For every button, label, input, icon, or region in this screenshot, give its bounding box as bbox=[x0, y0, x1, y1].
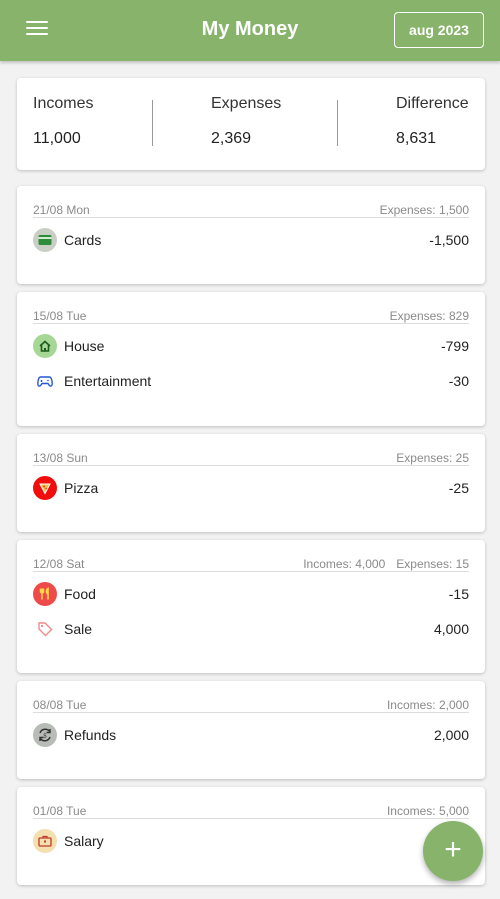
day-date: 01/08 Tue bbox=[33, 804, 87, 818]
day-total: Expenses: 25 bbox=[396, 451, 469, 465]
amount-value: -15 bbox=[448, 586, 469, 602]
day-card: 01/08 Tue Incomes: 5,000 Salary bbox=[17, 787, 485, 885]
category-label: Sale bbox=[64, 621, 93, 637]
difference-summary: Difference 8,631 bbox=[396, 95, 469, 148]
day-totals: Expenses: 25 bbox=[396, 451, 469, 465]
day-card: 13/08 Sun Expenses: 25 Pizza -25 bbox=[17, 434, 485, 532]
expenses-label: Expenses bbox=[211, 95, 282, 112]
category-label: Refunds bbox=[64, 727, 117, 743]
day-total: Incomes: 4,000 bbox=[303, 557, 386, 571]
gamepad-icon bbox=[33, 369, 57, 393]
day-header: 01/08 Tue Incomes: 5,000 bbox=[33, 803, 469, 819]
day-totals: Incomes: 2,000 bbox=[387, 698, 469, 712]
house-icon bbox=[33, 334, 57, 358]
expenses-value: 2,369 bbox=[211, 130, 252, 147]
svg-text:$: $ bbox=[43, 733, 47, 740]
plus-icon: + bbox=[444, 833, 462, 866]
day-totals: Incomes: 5,000 bbox=[387, 804, 469, 818]
day-totals: Expenses: 1,500 bbox=[380, 203, 469, 217]
category-label: House bbox=[64, 338, 105, 354]
day-card: 21/08 Mon Expenses: 1,500 Cards -1,500 bbox=[17, 186, 485, 284]
briefcase-icon bbox=[33, 829, 57, 853]
transaction-row[interactable]: Food -15 bbox=[33, 581, 469, 607]
day-header: 13/08 Sun Expenses: 25 bbox=[33, 450, 469, 466]
amount-value: -30 bbox=[448, 373, 469, 389]
transaction-row[interactable]: Sale 4,000 bbox=[33, 616, 469, 642]
category-label: Pizza bbox=[64, 480, 99, 496]
category-label: Food bbox=[64, 586, 96, 602]
app-bar: My Money aug 2023 bbox=[0, 0, 500, 61]
day-card: 08/08 Tue Incomes: 2,000 $ Refunds 2,000 bbox=[17, 681, 485, 779]
day-header: 21/08 Mon Expenses: 1,500 bbox=[33, 202, 469, 218]
category-label: Entertainment bbox=[64, 373, 152, 389]
summary-divider bbox=[337, 100, 338, 146]
incomes-summary: Incomes 11,000 bbox=[33, 95, 93, 148]
day-card: 15/08 Tue Expenses: 829 House -799 Enter… bbox=[17, 292, 485, 426]
summary-card: Incomes 11,000 Expenses 2,369 Difference… bbox=[17, 78, 485, 170]
month-selector-button[interactable]: aug 2023 bbox=[394, 12, 484, 48]
day-date: 21/08 Mon bbox=[33, 203, 90, 217]
day-header: 12/08 Sat Incomes: 4,000 Expenses: 15 bbox=[33, 556, 469, 572]
expenses-summary: Expenses 2,369 bbox=[211, 95, 281, 148]
card-icon bbox=[33, 228, 57, 252]
day-totals: Expenses: 829 bbox=[390, 309, 469, 323]
summary-divider bbox=[152, 100, 153, 146]
day-total: Expenses: 829 bbox=[389, 309, 469, 323]
transaction-row[interactable]: $ Refunds 2,000 bbox=[33, 722, 469, 748]
add-transaction-button[interactable]: + bbox=[423, 821, 483, 881]
day-header: 08/08 Tue Incomes: 2,000 bbox=[33, 697, 469, 713]
transaction-row[interactable]: Entertainment -30 bbox=[33, 368, 469, 394]
transaction-row[interactable]: Salary bbox=[33, 828, 469, 854]
refund-icon: $ bbox=[33, 723, 57, 747]
difference-value: 8,631 bbox=[396, 130, 437, 147]
amount-value: -25 bbox=[448, 480, 469, 496]
incomes-label: Incomes bbox=[33, 95, 94, 112]
day-total: Incomes: 5,000 bbox=[386, 804, 469, 818]
amount-value: 4,000 bbox=[433, 621, 469, 637]
day-date: 08/08 Tue bbox=[33, 698, 87, 712]
tag-icon bbox=[33, 617, 57, 641]
day-date: 12/08 Sat bbox=[33, 557, 85, 571]
day-date: 13/08 Sun bbox=[33, 451, 88, 465]
day-date: 15/08 Tue bbox=[33, 309, 87, 323]
day-header: 15/08 Tue Expenses: 829 bbox=[33, 308, 469, 324]
pizza-icon bbox=[33, 476, 57, 500]
day-totals: Incomes: 4,000 Expenses: 15 bbox=[303, 557, 469, 571]
difference-label: Difference bbox=[396, 95, 469, 112]
amount-value: 2,000 bbox=[433, 727, 469, 743]
fork-knife-icon bbox=[33, 582, 57, 606]
transaction-row[interactable]: House -799 bbox=[33, 333, 469, 359]
incomes-value: 11,000 bbox=[33, 130, 81, 147]
transaction-row[interactable]: Cards -1,500 bbox=[33, 227, 469, 253]
category-label: Cards bbox=[64, 232, 102, 248]
day-total: Expenses: 15 bbox=[396, 557, 469, 571]
transaction-row[interactable]: Pizza -25 bbox=[33, 475, 469, 501]
category-label: Salary bbox=[64, 833, 104, 849]
amount-value: -1,500 bbox=[429, 232, 469, 248]
amount-value: -799 bbox=[440, 338, 469, 354]
day-total: Expenses: 1,500 bbox=[379, 203, 469, 217]
day-card: 12/08 Sat Incomes: 4,000 Expenses: 15 Foo… bbox=[17, 540, 485, 673]
day-total: Incomes: 2,000 bbox=[386, 698, 469, 712]
